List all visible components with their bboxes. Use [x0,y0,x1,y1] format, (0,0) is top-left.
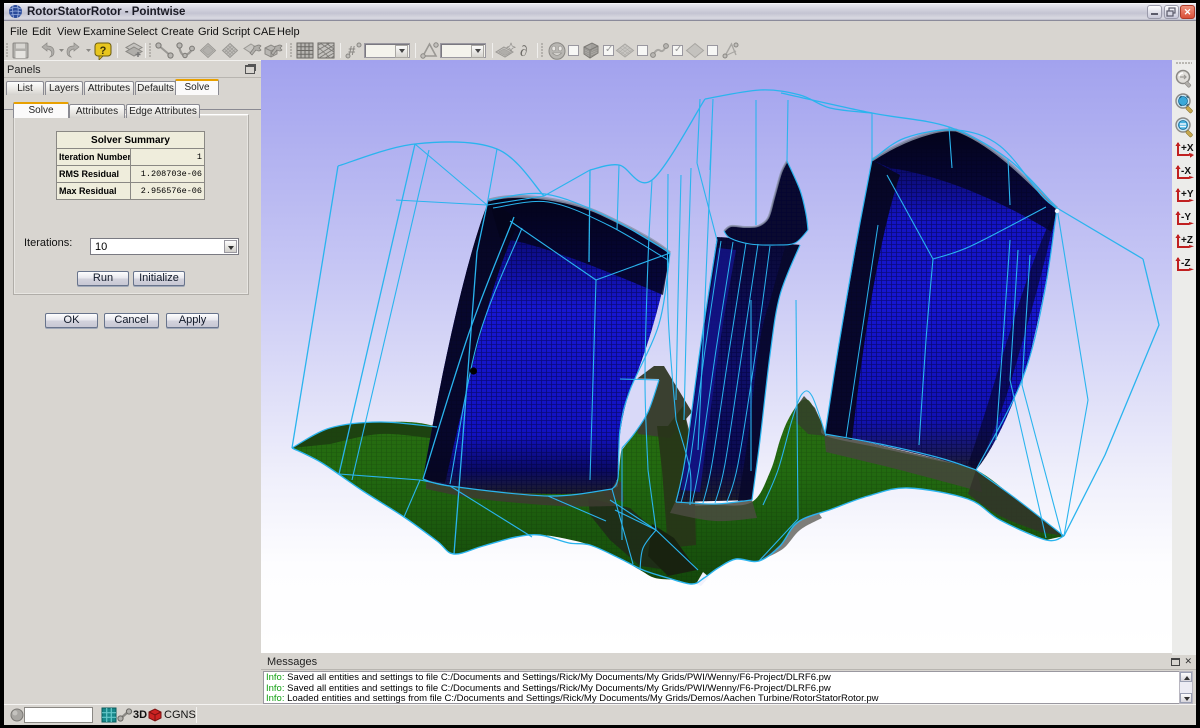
svg-text:+X: +X [1181,143,1194,154]
svg-text:+Y: +Y [1181,189,1194,200]
svg-text:+Z: +Z [1181,235,1193,246]
svg-text:∂: ∂ [520,44,527,59]
svg-text:?: ? [100,45,107,57]
svg-text:-Z: -Z [1181,258,1190,269]
svg-text:-X: -X [1181,166,1191,177]
svg-text:-Y: -Y [1181,212,1191,223]
